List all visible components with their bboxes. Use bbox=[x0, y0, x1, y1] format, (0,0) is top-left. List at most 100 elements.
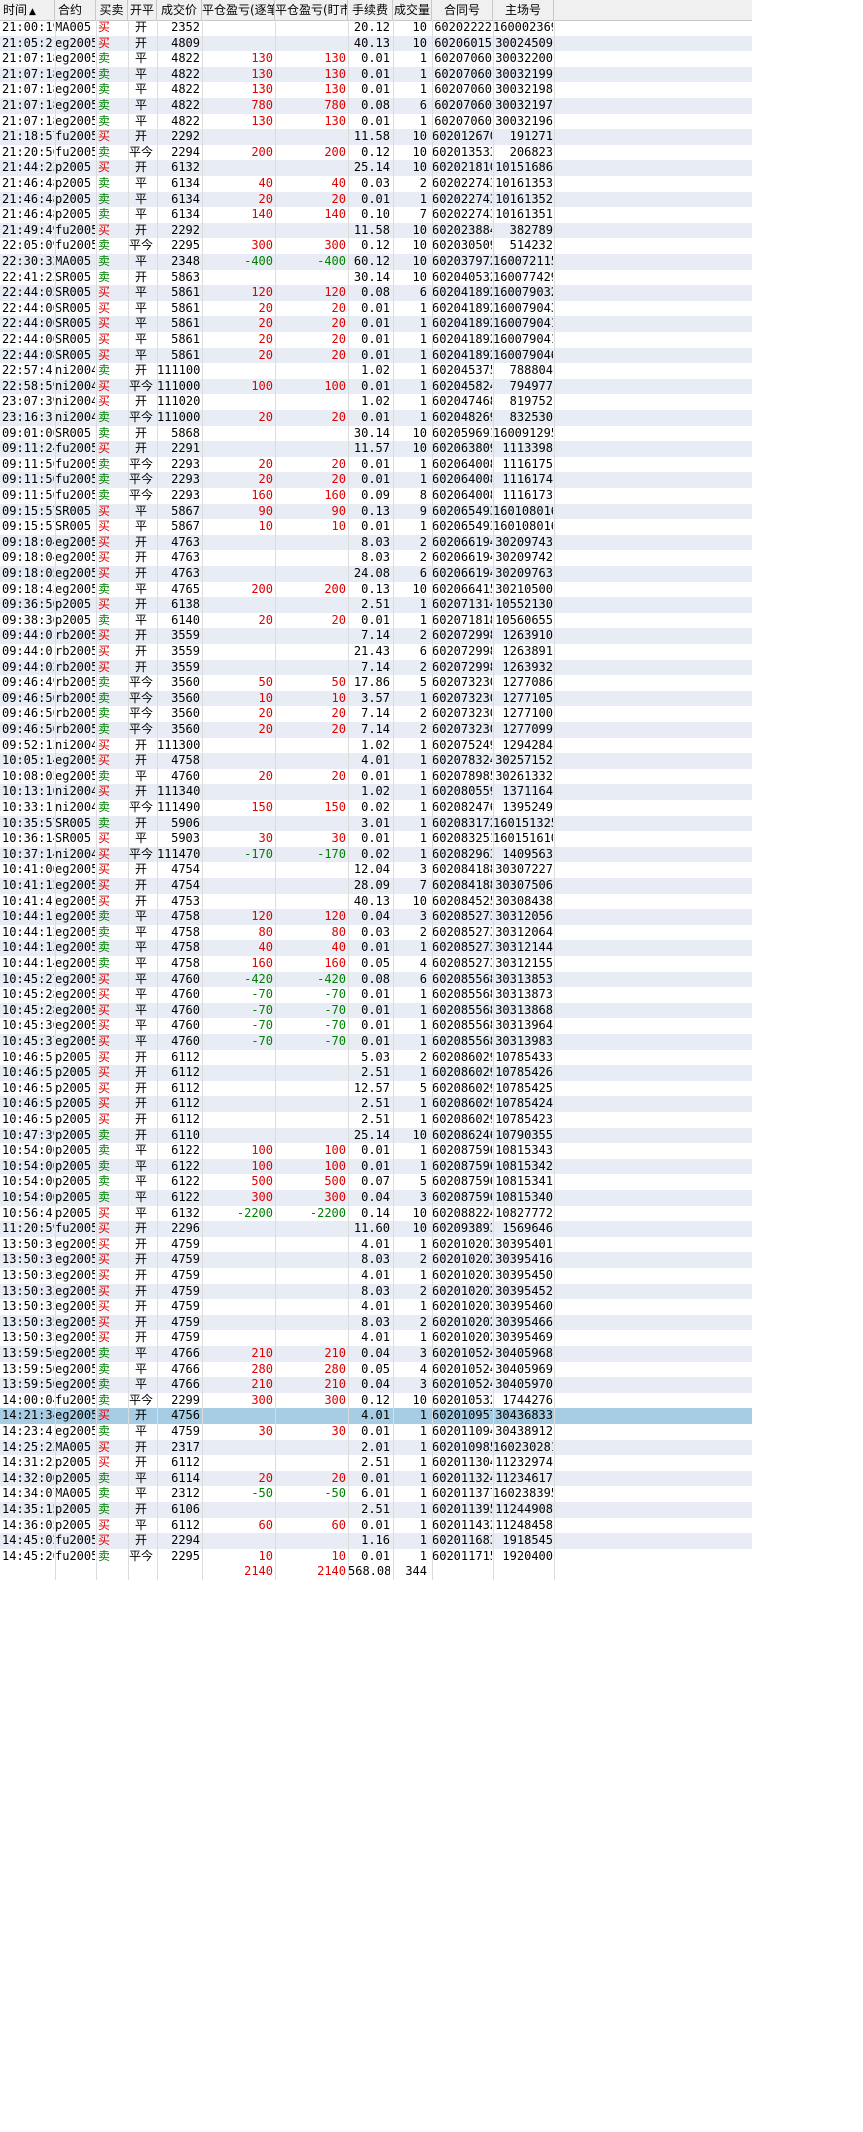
table-row[interactable]: 10:41:12eg2005买 开 4754 28.09 7 60208418830307… bbox=[0, 878, 752, 894]
table-row[interactable]: 10:46:51p2005 买 开 6112 2.51 1 6020860291078542… bbox=[0, 1065, 752, 1081]
table-row[interactable]: 21:44:23p2005 买 开 6132 25.14 10 60202181010151… bbox=[0, 160, 752, 176]
table-row[interactable]: 09:46:50rb2005卖 平今 3560 20 20 7.14 2 602073230 1… bbox=[0, 722, 752, 738]
column-header-order-no[interactable]: 合同号 bbox=[432, 0, 493, 20]
column-header-volume[interactable]: 成交量 bbox=[393, 0, 432, 20]
table-row[interactable]: 10:46:51p2005 买 开 6112 2.51 1 6020860291078542… bbox=[0, 1096, 752, 1112]
table-row[interactable]: 14:35:15p2005 卖 开 6106 2.51 1 6020113952112449… bbox=[0, 1502, 752, 1518]
column-header-open-close[interactable]: 开平 bbox=[128, 0, 157, 20]
table-row[interactable]: 10:36:14SR005 买 平 5903 30 30 0.01 1 602083251160… bbox=[0, 831, 752, 847]
table-row[interactable]: 13:50:33eg2005买 开 4759 8.03 2 602010202630395… bbox=[0, 1283, 752, 1300]
table-row[interactable]: 21:46:48p2005 卖 平 6134 40 40 0.03 2 602022743101… bbox=[0, 176, 752, 192]
table-row[interactable]: 22:05:09fu2005卖 平今 2295 300 300 0.12 10 6020305… bbox=[0, 238, 752, 254]
table-row[interactable]: 09:11:50fu2005卖 平今 2293 20 20 0.01 1 602064008 1… bbox=[0, 472, 752, 488]
column-header-contract[interactable]: 合约 bbox=[55, 0, 96, 20]
table-row[interactable]: 10:56:41p2005 买 平 6132 -2200 -2200 0.14 10 60208… bbox=[0, 1206, 752, 1222]
column-header-pnl-trade[interactable]: 平仓盈亏(逐笔) bbox=[202, 0, 275, 20]
table-row[interactable]: 13:50:31eg2005买 开 4759 4.01 1 602010202630395… bbox=[0, 1237, 752, 1253]
table-row[interactable]: 10:44:11eg2005卖 平 4758 120 120 0.04 3 602085273… bbox=[0, 909, 752, 925]
table-row[interactable]: 22:30:32MA005 卖 平 2348 -400 -400 60.12 10 602037… bbox=[0, 254, 752, 270]
table-row[interactable]: 13:59:50eg2005卖 平 4766 210 210 0.04 3 602010524… bbox=[0, 1346, 752, 1362]
table-row[interactable]: 09:18:04eg2005买 开 4763 8.03 2 602066194302097… bbox=[0, 550, 752, 566]
table-row[interactable]: 10:37:14ni2004买 平今 111470 -170 -170 0.02 1 6020… bbox=[0, 846, 752, 863]
table-row[interactable]: 10:44:13eg2005卖 平 4758 40 40 0.01 1 60208527330… bbox=[0, 940, 752, 956]
table-row[interactable]: 09:18:05eg2005买 开 4763 24.08 6 60206619430209… bbox=[0, 566, 752, 582]
table-row[interactable]: 10:46:51p2005 买 开 6112 5.03 2 6020860291078543… bbox=[0, 1050, 752, 1066]
column-header-price[interactable]: 成交价 bbox=[157, 0, 202, 20]
table-row[interactable]: 22:44:08SR005 买 平 5861 20 20 0.01 1 602041892160… bbox=[0, 347, 752, 364]
table-row[interactable]: 10:44:14eg2005卖 平 4758 160 160 0.05 4 602085273… bbox=[0, 956, 752, 972]
table-row[interactable]: 14:31:23p2005 买 开 6112 2.51 1 6020113046112329… bbox=[0, 1455, 752, 1471]
table-row[interactable]: 21:46:48p2005 卖 平 6134 20 20 0.01 1 602022743101… bbox=[0, 191, 752, 208]
table-row[interactable]: 10:47:39p2005 卖 开 6110 25.14 10 60208624610790… bbox=[0, 1127, 752, 1144]
table-row[interactable]: 21:00:19MA005 买 开 2352 20.12 10 60202222160002… bbox=[0, 20, 752, 36]
table-row[interactable]: 14:21:34eg2005买 开 4756 4.01 1 602010957730436… bbox=[0, 1408, 752, 1424]
table-row[interactable]: 09:18:43eg2005卖 平 4765 200 200 0.13 10 60206641… bbox=[0, 582, 752, 598]
table-row[interactable]: 13:59:50eg2005卖 平 4766 210 210 0.04 3 602010524… bbox=[0, 1377, 752, 1393]
table-row[interactable]: 10:54:00p2005 卖 平 6122 300 300 0.04 3 6020875961… bbox=[0, 1190, 752, 1206]
table-row[interactable]: 21:18:57fu2005买 开 2292 11.58 10 602012670 1912… bbox=[0, 129, 752, 145]
table-row[interactable]: 09:11:50fu2005卖 平今 2293 160 160 0.09 8 60206400… bbox=[0, 488, 752, 504]
table-row[interactable]: 10:54:00p2005 卖 平 6122 100 100 0.01 1 6020875961… bbox=[0, 1143, 752, 1159]
table-row[interactable]: 22:44:06SR005 买 平 5861 20 20 0.01 1 602041892160… bbox=[0, 332, 752, 348]
table-row[interactable]: 21:07:18eg2005卖 平 4822 130 130 0.01 1 602070603… bbox=[0, 51, 752, 67]
column-header-buy-sell[interactable]: 买卖 bbox=[96, 0, 128, 20]
table-row[interactable]: 09:11:50fu2005卖 平今 2293 20 20 0.01 1 602064008 1… bbox=[0, 457, 752, 473]
table-row[interactable]: 21:07:18eg2005卖 平 4822 130 130 0.01 1 602070603… bbox=[0, 114, 752, 130]
table-row[interactable]: 14:34:07MA005 卖 平 2312 -50 -50 6.01 1 6020113774… bbox=[0, 1486, 752, 1502]
table-row[interactable]: 14:36:05p2005 买 平 6112 60 60 0.01 1 602011432911… bbox=[0, 1518, 752, 1534]
table-row[interactable]: 21:07:18eg2005卖 平 4822 130 130 0.01 1 602070603… bbox=[0, 82, 752, 98]
table-row[interactable]: 10:41:41eg2005买 开 4753 40.13 10 6020845253030… bbox=[0, 894, 752, 910]
table-row[interactable]: 23:07:39ni2004买 开 111020 1.02 1 602047468 8197… bbox=[0, 394, 752, 410]
table-row[interactable]: 09:46:49rb2005卖 平今 3560 50 50 17.86 5 602073230… bbox=[0, 675, 752, 691]
table-row[interactable]: 11:20:59fu2005买 开 2296 11.60 10 602093893 1569… bbox=[0, 1221, 752, 1237]
table-row[interactable]: 09:44:01rb2005买 开 3559 7.14 2 602072998 126391… bbox=[0, 628, 752, 644]
table-row[interactable]: 14:45:26fu2005卖 平今 2295 10 10 0.01 1 6020117156… bbox=[0, 1549, 752, 1565]
column-header-fee[interactable]: 手续费 bbox=[348, 0, 393, 20]
table-row[interactable]: 09:44:02rb2005买 开 3559 7.14 2 602072998 126393… bbox=[0, 659, 752, 676]
column-header-time[interactable]: 时间 ▲ bbox=[0, 0, 55, 20]
table-row[interactable]: 10:13:16ni2004买 开 111340 1.02 1 602080559 1371… bbox=[0, 784, 752, 800]
table-row[interactable]: 10:45:28eg2005买 平 4760 -70 -70 0.01 1 602085568… bbox=[0, 987, 752, 1003]
table-row[interactable]: 13:59:50eg2005卖 平 4766 280 280 0.05 4 602010524… bbox=[0, 1362, 752, 1378]
table-row[interactable]: 10:45:36eg2005买 平 4760 -70 -70 0.01 1 602085568… bbox=[0, 1018, 752, 1034]
table-row[interactable]: 14:00:04fu2005卖 平今 2299 300 300 0.12 10 6020105… bbox=[0, 1393, 752, 1409]
table-row[interactable]: 22:58:59ni2004买 平今 111000 100 100 0.01 1 602045… bbox=[0, 378, 752, 395]
table-row[interactable]: 22:44:06SR005 买 平 5861 20 20 0.01 1 602041892160… bbox=[0, 316, 752, 332]
table-row[interactable]: 10:45:27eg2005买 平 4760 -420 -420 0.08 6 6020855… bbox=[0, 971, 752, 988]
table-row[interactable]: 22:41:23SR005 卖 开 5863 30.14 10 60204053216007… bbox=[0, 270, 752, 286]
table-row[interactable]: 21:07:18eg2005卖 平 4822 780 780 0.08 6 602070603… bbox=[0, 98, 752, 114]
table-row[interactable]: 14:32:00p2005 卖 平 6114 20 20 0.01 1 602011324011… bbox=[0, 1470, 752, 1487]
table-row[interactable]: 09:18:04eg2005买 开 4763 8.03 2 602066194302097… bbox=[0, 534, 752, 551]
table-row[interactable]: 09:01:00SR005 卖 开 5868 30.14 10 60205969116009… bbox=[0, 426, 752, 442]
table-row[interactable]: 21:07:18eg2005卖 平 4822 130 130 0.01 1 602070603… bbox=[0, 66, 752, 83]
table-row[interactable]: 10:54:00p2005 卖 平 6122 100 100 0.01 1 6020875961… bbox=[0, 1158, 752, 1175]
table-row[interactable]: 21:20:56fu2005卖 平今 2294 200 200 0.12 10 6020135… bbox=[0, 145, 752, 161]
table-row[interactable]: 10:54:00p2005 卖 平 6122 500 500 0.07 5 6020875961… bbox=[0, 1174, 752, 1190]
table-row[interactable]: 09:46:50rb2005卖 平今 3560 20 20 7.14 2 602073230 1… bbox=[0, 706, 752, 722]
table-row[interactable]: 10:41:00eg2005买 开 4754 12.04 3 60208418830307… bbox=[0, 862, 752, 878]
table-row[interactable]: 21:46:48p2005 卖 平 6134 140 140 0.10 7 6020227431… bbox=[0, 207, 752, 223]
table-row[interactable]: 13:50:31eg2005买 开 4759 8.03 2 602010202630395… bbox=[0, 1252, 752, 1268]
table-row[interactable]: 10:35:57SR005 卖 开 5906 3.01 1 6020831721601513… bbox=[0, 815, 752, 832]
table-row[interactable]: 10:44:12eg2005卖 平 4758 80 80 0.03 2 60208527330… bbox=[0, 925, 752, 941]
column-header-pnl-mark[interactable]: 平仓盈亏(盯市) bbox=[275, 0, 348, 20]
table-row[interactable]: 22:44:05SR005 买 平 5861 120 120 0.08 6 6020418921… bbox=[0, 285, 752, 301]
column-header-exch-no[interactable]: 主场号 bbox=[493, 0, 554, 20]
table-row[interactable]: 09:52:13ni2004买 开 111300 1.02 1 602075249 1294… bbox=[0, 738, 752, 754]
table-row[interactable]: 09:36:50p2005 买 开 6138 2.51 1 6020713141055213… bbox=[0, 597, 752, 613]
table-row[interactable]: 13:50:35eg2005买 开 4759 4.01 1 602010202630395… bbox=[0, 1299, 752, 1315]
table-row[interactable]: 10:46:51p2005 买 开 6112 12.57 5 602086029107854… bbox=[0, 1081, 752, 1097]
table-row[interactable]: 10:05:14eg2005买 开 4758 4.01 1 602078324302571… bbox=[0, 753, 752, 769]
table-row[interactable]: 09:11:24fu2005买 开 2291 11.57 10 602063809 1113… bbox=[0, 441, 752, 457]
table-row[interactable]: 10:46:51p2005 买 开 6112 2.51 1 6020860291078542… bbox=[0, 1112, 752, 1128]
table-row[interactable]: 09:46:50rb2005卖 平今 3560 10 10 3.57 1 602073230 1… bbox=[0, 690, 752, 707]
table-row[interactable]: 09:38:36p2005 卖 平 6140 20 20 0.01 1 602071818105… bbox=[0, 613, 752, 629]
table-row[interactable]: 09:15:57SR005 买 平 5867 10 10 0.01 1 602065493160… bbox=[0, 519, 752, 535]
table-row[interactable]: 13:50:35eg2005买 开 4759 4.01 1 602010202630395… bbox=[0, 1330, 752, 1346]
table-row[interactable]: 21:49:49fu2005买 开 2292 11.58 10 602023884 3827… bbox=[0, 222, 752, 239]
table-row[interactable]: 13:50:33eg2005买 开 4759 4.01 1 602010202630395… bbox=[0, 1268, 752, 1284]
table-row[interactable]: 14:25:23MA005 买 开 2317 2.01 1 6020109858160230… bbox=[0, 1439, 752, 1456]
table-row[interactable]: 22:44:06SR005 买 平 5861 20 20 0.01 1 602041892160… bbox=[0, 301, 752, 317]
table-row[interactable]: 10:45:37eg2005买 平 4760 -70 -70 0.01 1 602085568… bbox=[0, 1034, 752, 1050]
table-row[interactable]: 21:05:21eg2005买 开 4809 40.13 10 6020601530024… bbox=[0, 35, 752, 52]
